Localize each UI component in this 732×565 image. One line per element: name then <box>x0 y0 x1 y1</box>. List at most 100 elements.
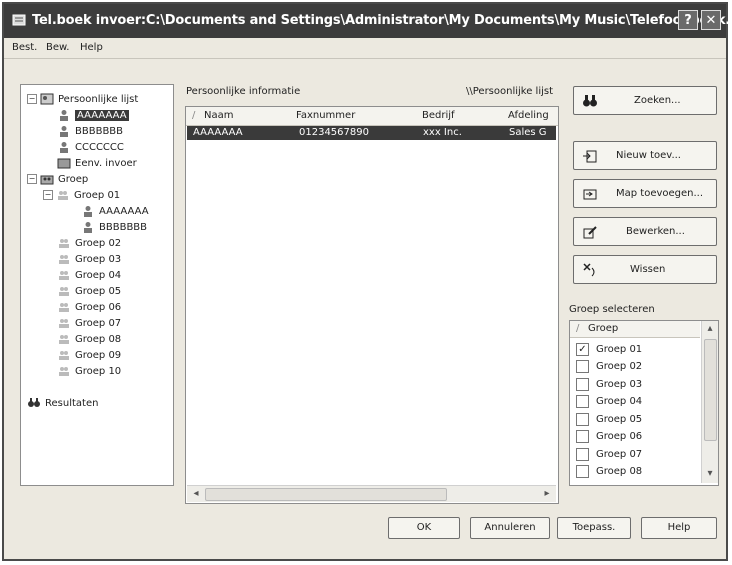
tree-contact[interactable]: CCCCCCC <box>57 139 124 155</box>
new-entry-icon <box>583 150 597 163</box>
vertical-scrollbar[interactable]: ▴ ▾ <box>701 321 718 483</box>
scroll-left-icon[interactable]: ◂ <box>189 487 203 501</box>
tree-group-root[interactable]: − Groep <box>27 171 88 187</box>
add-folder-button[interactable]: Map toevoegen... <box>573 179 717 208</box>
collapse-icon[interactable]: − <box>27 174 37 184</box>
scroll-right-icon[interactable]: ▸ <box>540 487 554 501</box>
group-icon <box>59 367 69 376</box>
checkbox[interactable] <box>576 412 589 426</box>
checkbox[interactable] <box>576 447 589 461</box>
group-icon <box>59 255 69 264</box>
person-icon <box>84 222 92 233</box>
tree-contact[interactable]: BBBBBBB <box>57 123 123 139</box>
tree-contact[interactable]: AAAAAAA <box>57 107 129 123</box>
person-icon <box>60 126 68 137</box>
delete-button[interactable]: Wissen <box>573 255 717 284</box>
group-icon <box>59 239 69 248</box>
group-icon <box>59 271 69 280</box>
group-select-list[interactable]: / Groep ✓ Groep 01 Groep 02 Groep 03 Groep 0… <box>569 320 719 486</box>
edit-button[interactable]: Bewerken... <box>573 217 717 246</box>
menu-edit[interactable]: Bew. <box>46 42 69 53</box>
tree-group[interactable]: Groep 04 <box>57 267 121 283</box>
tree-multi-entry[interactable]: Eenv. invoer <box>57 155 137 171</box>
tree-group-member[interactable]: AAAAAAA <box>81 203 149 219</box>
checkbox[interactable] <box>576 465 589 478</box>
column-fax[interactable]: Faxnummer <box>296 110 355 121</box>
person-icon <box>60 110 68 121</box>
tree-group[interactable]: − Groep 01 <box>43 187 120 203</box>
table-row[interactable]: AAAAAAA 01234567890 xxx Inc. Sales G <box>187 126 556 140</box>
folder-add-icon <box>583 189 597 200</box>
help-button[interactable]: Help <box>641 517 717 539</box>
group-folder-icon <box>40 175 54 185</box>
contact-tree[interactable]: − Persoonlijke lijst AAAAAAA BBBBBBB CCC… <box>20 84 174 486</box>
checkbox[interactable] <box>576 430 589 443</box>
panel-path: \\Persoonlijke lijst <box>466 86 554 97</box>
tree-results[interactable]: Resultaten <box>27 395 98 411</box>
ok-button[interactable]: OK <box>388 517 460 539</box>
tree-group[interactable]: Groep 06 <box>57 299 121 315</box>
delete-icon <box>583 263 595 277</box>
group-list-header: / Groep <box>570 321 700 338</box>
group-checkbox-item[interactable]: Groep 04 <box>576 394 642 410</box>
person-icon <box>60 142 68 153</box>
collapse-icon[interactable]: − <box>43 190 53 200</box>
sort-icon: / <box>192 110 196 121</box>
title-bar: Tel.boek invoer:C:\Documents and Setting… <box>4 4 732 38</box>
group-checkbox-item[interactable]: Groep 03 <box>576 376 642 392</box>
collapse-icon[interactable]: − <box>27 94 37 104</box>
checkbox[interactable]: ✓ <box>576 342 589 356</box>
tree-group[interactable]: Groep 08 <box>57 331 121 347</box>
scroll-thumb[interactable] <box>205 488 447 501</box>
help-title-button[interactable]: ? <box>678 10 698 30</box>
binoculars-icon <box>583 95 597 107</box>
group-icon <box>59 351 69 360</box>
group-icon <box>59 303 69 312</box>
group-checkbox-item[interactable]: Groep 06 <box>576 429 642 445</box>
group-column[interactable]: Groep <box>588 323 618 334</box>
group-icon <box>58 191 68 200</box>
group-checkbox-item[interactable]: ✓ Groep 01 <box>576 341 642 357</box>
column-name[interactable]: Naam <box>204 110 233 121</box>
search-button[interactable]: Zoeken... <box>573 86 717 115</box>
tree-group[interactable]: Groep 09 <box>57 347 121 363</box>
list-header: / Naam Faxnummer Bedrijf Afdeling <box>186 107 558 126</box>
close-button[interactable]: ✕ <box>701 10 721 30</box>
tree-group[interactable]: Groep 05 <box>57 283 121 299</box>
tree-group[interactable]: Groep 07 <box>57 315 121 331</box>
cancel-button[interactable]: Annuleren <box>470 517 550 539</box>
phonebook-icon <box>12 14 26 26</box>
tree-group-member[interactable]: BBBBBBB <box>81 219 147 235</box>
sort-icon: / <box>576 323 580 334</box>
column-department[interactable]: Afdeling <box>508 110 549 121</box>
tree-group[interactable]: Groep 03 <box>57 251 121 267</box>
checkbox[interactable] <box>576 377 589 391</box>
group-icon <box>59 335 69 344</box>
new-entry-button[interactable]: Nieuw toev... <box>573 141 717 170</box>
group-icon <box>59 287 69 296</box>
group-checkbox-item[interactable]: Groep 02 <box>576 359 642 375</box>
multi-entry-icon <box>57 158 71 169</box>
group-select-label: Groep selecteren <box>569 304 655 315</box>
column-company[interactable]: Bedrijf <box>422 110 455 121</box>
menu-file[interactable]: Best. <box>12 42 37 53</box>
group-icon <box>59 319 69 328</box>
checkbox[interactable] <box>576 395 589 408</box>
menu-help[interactable]: Help <box>80 42 103 53</box>
horizontal-scrollbar[interactable]: ◂ ▸ <box>187 485 556 502</box>
address-book-icon <box>40 93 54 105</box>
tree-group[interactable]: Groep 02 <box>57 235 121 251</box>
scroll-thumb[interactable] <box>704 339 717 441</box>
checkbox[interactable] <box>576 360 589 373</box>
group-checkbox-item[interactable]: Groep 08 <box>576 464 642 480</box>
scroll-up-icon[interactable]: ▴ <box>703 322 717 336</box>
group-checkbox-item[interactable]: Groep 05 <box>576 411 642 427</box>
window-title: Tel.boek invoer:C:\Documents and Setting… <box>32 13 732 28</box>
apply-button[interactable]: Toepass. <box>557 517 631 539</box>
tree-group[interactable]: Groep 10 <box>57 363 121 379</box>
tree-root-personal[interactable]: − Persoonlijke lijst <box>27 91 138 107</box>
panel-title: Persoonlijke informatie <box>186 86 301 97</box>
scroll-down-icon[interactable]: ▾ <box>703 467 717 481</box>
contact-list[interactable]: / Naam Faxnummer Bedrijf Afdeling AAAAAA… <box>185 106 559 504</box>
group-checkbox-item[interactable]: Groep 07 <box>576 446 642 462</box>
